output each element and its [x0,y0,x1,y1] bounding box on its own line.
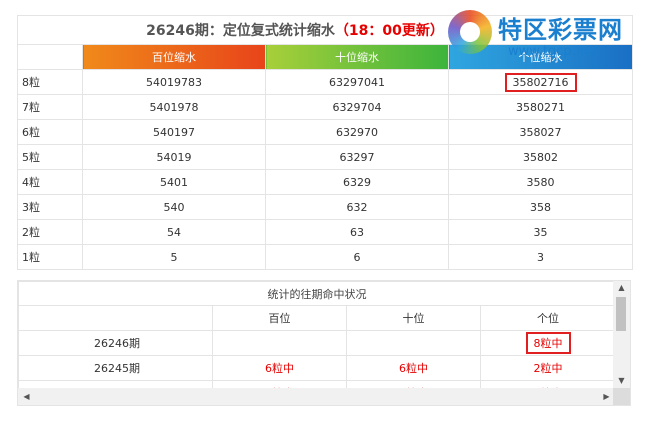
header-ge: 个位 [480,305,616,331]
cell-bai: 54019 [82,144,266,170]
cell-shi: 63297041 [265,69,449,95]
cell-ge: 358 [448,194,633,220]
table-row: 26245期 6粒中 6粒中 2粒中 [18,355,616,381]
header-bai: 百位缩水 [82,44,266,70]
row-label: 6粒 [17,119,83,145]
horizontal-scrollbar[interactable]: ◀ ▶ [18,388,615,405]
row-label: 7粒 [17,94,83,120]
header-empty-cell [17,44,83,70]
cell-bai: 6粒中 [212,355,347,381]
site-logo[interactable]: 特区彩票网 www.tqcp.net [448,8,638,60]
scroll-thumb[interactable] [616,297,626,331]
highlight-box: 35802716 [504,72,577,92]
history-caption: 统计的往期命中状况 [18,281,616,306]
cell-shi: 632 [265,194,449,220]
scrollbar-corner [613,388,630,405]
history-header-row: 百位 十位 个位 [18,305,616,331]
table-row: 2粒 54 63 35 [17,219,633,245]
logo-name: 特区彩票网 [498,16,623,44]
scroll-down-arrow-icon[interactable]: ▼ [613,374,630,388]
cell-shi: 6 [265,244,449,270]
issue-cell: 26245期 [18,355,213,381]
row-label: 5粒 [17,144,83,170]
table-row: 6粒 540197 632970 358027 [17,119,633,145]
cell-ge: 3580271 [448,94,633,120]
cell-bai: 5 [82,244,266,270]
cell-ge: 3 [448,244,633,270]
row-label: 4粒 [17,169,83,195]
table-row: 3粒 540 632 358 [17,194,633,220]
cell-bai: 54 [82,219,266,245]
cell-ge: 35 [448,219,633,245]
row-label: 2粒 [17,219,83,245]
row-label: 8粒 [17,69,83,95]
header-empty-cell [18,305,213,331]
table-row: 1粒 5 6 3 [17,244,633,270]
cell-shi: 63 [265,219,449,245]
title-main: 26246期：定位复式统计缩水 [146,23,335,39]
cell-shi: 63297 [265,144,449,170]
cell-bai: 54019783 [82,69,266,95]
header-shi: 十位 [346,305,481,331]
cell-ge: 3580 [448,169,633,195]
table-row: 8粒 54019783 63297041 35802716 [17,69,633,95]
cell-bai: 540197 [82,119,266,145]
cell-bai: 540 [82,194,266,220]
header-shi: 十位缩水 [265,44,449,70]
cell-bai: 5401978 [82,94,266,120]
table-row: 7粒 5401978 6329704 3580271 [17,94,633,120]
logo-url: www.tqcp.net [508,44,598,59]
history-panel[interactable]: 统计的往期命中状况 百位 十位 个位 26246期 8粒中 26245期 6粒中… [17,280,631,406]
header-bai: 百位 [212,305,347,331]
cell-shi: 632970 [265,119,449,145]
table-row: 4粒 5401 6329 3580 [17,169,633,195]
cell-bai [212,330,347,356]
scroll-left-arrow-icon[interactable]: ◀ [18,388,35,405]
swirl-logo-icon [448,10,492,54]
cell-shi [346,330,481,356]
cell-shi: 6329 [265,169,449,195]
scroll-up-arrow-icon[interactable]: ▲ [613,281,630,295]
cell-ge: 2粒中 [480,355,616,381]
title-update-note: （18：00更新） [334,23,444,39]
table-row: 5粒 54019 63297 35802 [17,144,633,170]
cell-shi: 6329704 [265,94,449,120]
row-label: 1粒 [17,244,83,270]
row-label: 3粒 [17,194,83,220]
table-row: 26246期 8粒中 [18,330,616,356]
cell-ge: 358027 [448,119,633,145]
vertical-scrollbar[interactable]: ▲ ▼ [613,281,630,388]
cell-bai: 5401 [82,169,266,195]
issue-cell: 26246期 [18,330,213,356]
highlight-box: 8粒中 [525,332,571,354]
cell-ge: 35802716 [448,69,633,95]
cell-ge: 8粒中 [480,330,616,356]
cell-ge: 35802 [448,144,633,170]
cell-shi: 6粒中 [346,355,481,381]
